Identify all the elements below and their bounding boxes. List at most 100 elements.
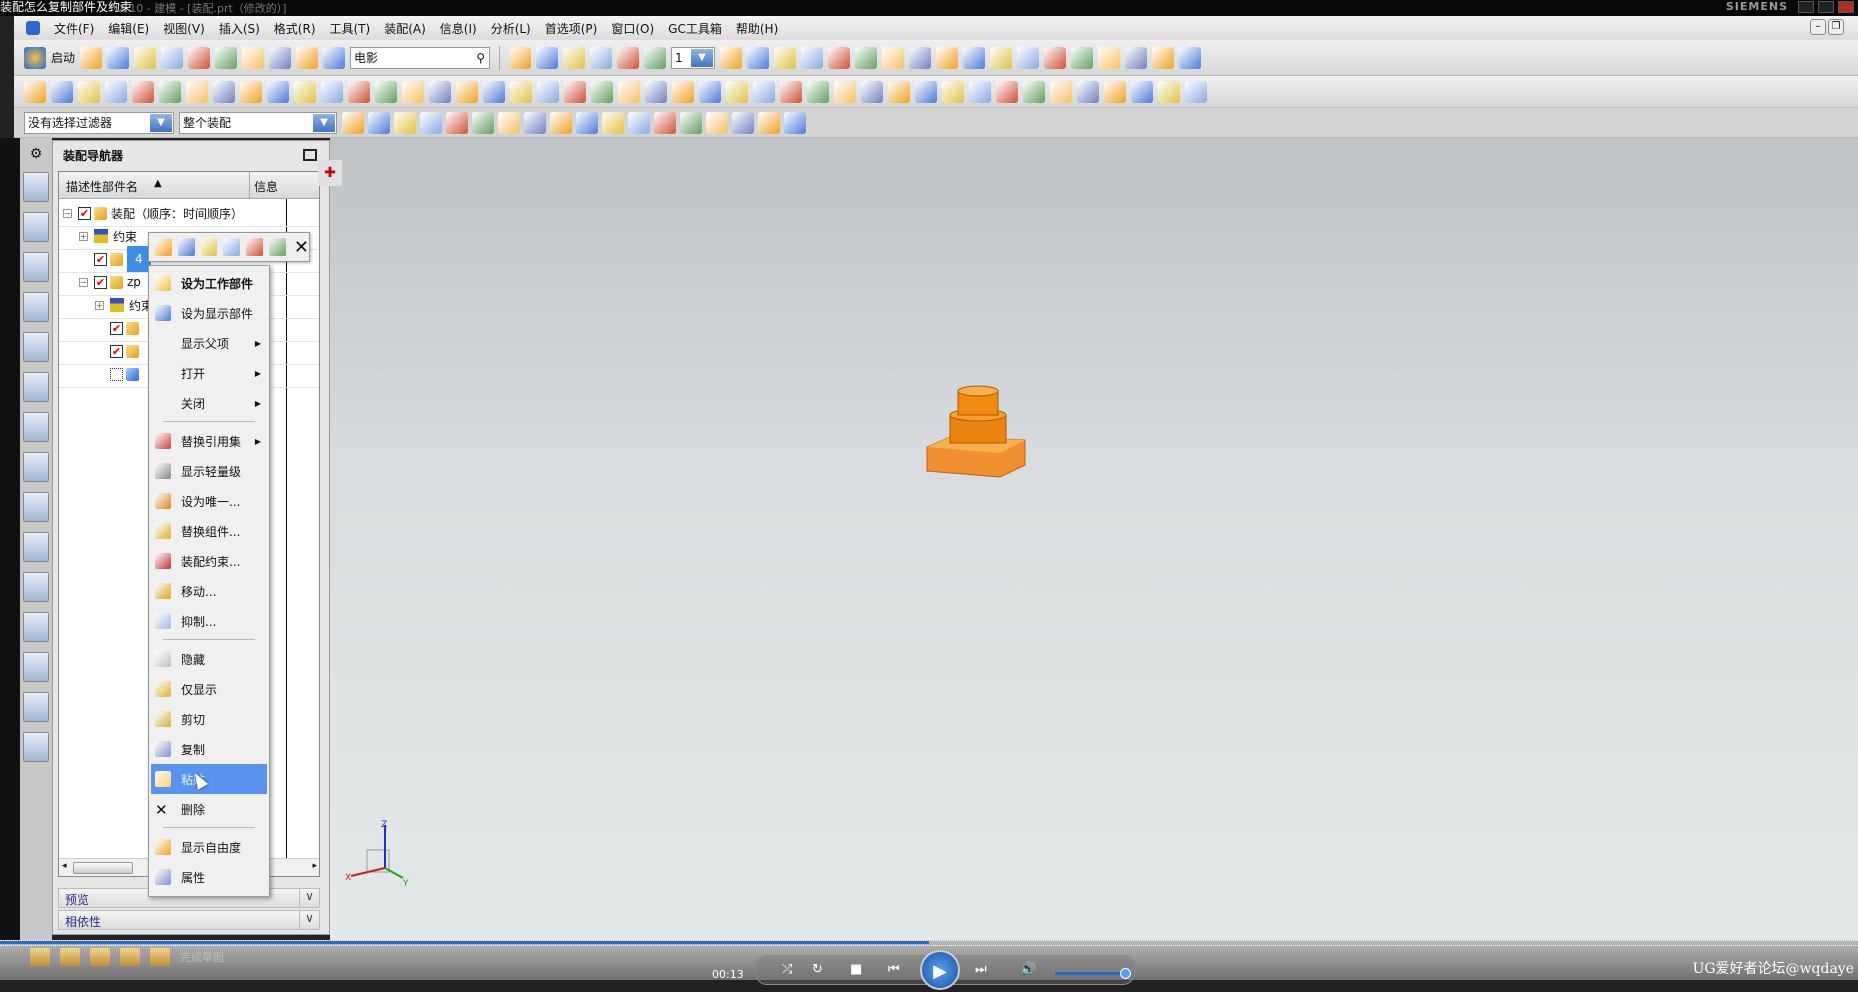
paste-icon[interactable] <box>215 46 238 69</box>
menu-8[interactable]: 分析(L) <box>491 20 531 37</box>
visibility-checkbox[interactable]: ✔ <box>110 344 123 358</box>
clearance-icon[interactable] <box>969 80 991 103</box>
trim-body-icon[interactable] <box>510 80 532 103</box>
volume-icon[interactable]: 🔊 <box>1020 962 1036 977</box>
bom-icon[interactable] <box>942 80 964 103</box>
cone-icon[interactable] <box>213 80 235 103</box>
shell-icon[interactable] <box>564 80 586 103</box>
cut-icon[interactable] <box>161 46 184 69</box>
deselect-icon[interactable] <box>420 111 442 134</box>
visibility-checkbox[interactable]: ✔ <box>110 321 123 335</box>
draft-icon[interactable] <box>537 80 559 103</box>
expand-toggle-icon[interactable]: − <box>79 277 88 287</box>
menu-item-make-work-part[interactable]: 设为工作部件 <box>151 268 267 298</box>
check-icon[interactable] <box>915 80 937 103</box>
triangle-icon[interactable] <box>1017 46 1040 69</box>
copy-icon[interactable] <box>188 46 211 69</box>
select-icon[interactable] <box>394 111 416 134</box>
point-on-face-icon[interactable] <box>732 111 754 134</box>
close-button[interactable] <box>1838 1 1854 13</box>
menu-item-reference-set[interactable]: 替换引用集 ▶ <box>151 426 267 456</box>
revolve-icon[interactable] <box>105 80 127 103</box>
dependencies-panel[interactable]: 相依性 ∨ <box>58 910 320 930</box>
point-set-icon[interactable] <box>726 80 748 103</box>
scroll-left-icon[interactable]: ◂ <box>62 861 67 871</box>
fastener-assembly-icon[interactable] <box>1077 80 1099 103</box>
maximize-button[interactable] <box>1818 1 1834 13</box>
unite-icon[interactable] <box>483 80 505 103</box>
arc-center-icon[interactable] <box>628 111 650 134</box>
finish-sketch-icon[interactable] <box>150 948 170 966</box>
quadrant-icon[interactable] <box>680 111 702 134</box>
menu-item-show-dof[interactable]: 显示自由度 <box>151 832 267 862</box>
assembly-model-3d[interactable] <box>925 385 1030 485</box>
save-icon[interactable] <box>134 46 157 69</box>
point-on-curve-icon[interactable] <box>706 111 728 134</box>
extrude-icon[interactable] <box>78 80 100 103</box>
feature-array-icon[interactable] <box>375 80 397 103</box>
show-dof-icon[interactable] <box>269 238 286 256</box>
move-to-layer-icon[interactable] <box>774 46 797 69</box>
assembly-constraints-icon[interactable] <box>155 238 172 256</box>
pad-icon[interactable] <box>321 80 343 103</box>
parts-list-icon[interactable] <box>1098 46 1121 69</box>
menu-1[interactable]: 编辑(E) <box>108 20 149 37</box>
gdt-icon[interactable] <box>1152 46 1175 69</box>
minimize-button[interactable] <box>1798 1 1814 13</box>
move-component-icon[interactable] <box>1131 80 1153 103</box>
volume-slider[interactable] <box>1055 968 1131 979</box>
maximize-panel-button[interactable] <box>303 149 317 161</box>
close-icon[interactable]: ✕ <box>294 237 309 258</box>
select-face-icon[interactable] <box>498 111 520 134</box>
menu-item-properties[interactable]: 属性 <box>151 862 267 892</box>
pin-icon[interactable]: ✚ <box>318 160 342 186</box>
datum-plane-icon[interactable] <box>51 80 73 103</box>
menu-item-submenu-2[interactable]: 显示父项 ▶ <box>151 328 267 358</box>
analysis-icon[interactable] <box>828 46 851 69</box>
process-studio-icon[interactable] <box>23 452 49 482</box>
video-progress-bar[interactable] <box>0 940 1858 946</box>
exploded-view-icon[interactable] <box>996 80 1018 103</box>
menu-item-cut[interactable]: 剪切 <box>151 704 267 734</box>
ring-icon[interactable] <box>963 46 986 69</box>
thickness-icon[interactable] <box>909 46 932 69</box>
undo-icon[interactable] <box>269 46 292 69</box>
menu-3[interactable]: 插入(S) <box>219 20 260 37</box>
open-icon[interactable] <box>107 46 130 69</box>
sketch-tool-icon[interactable] <box>120 948 140 966</box>
reference-set-icon[interactable] <box>1185 80 1207 103</box>
menu-item-make-displayed-part[interactable]: 设为显示部件 <box>151 298 267 328</box>
fit-icon[interactable] <box>509 46 532 69</box>
face-blend-icon[interactable] <box>672 80 694 103</box>
note-icon[interactable] <box>1125 46 1148 69</box>
menu-7[interactable]: 信息(I) <box>440 20 477 37</box>
delete-icon[interactable] <box>242 46 265 69</box>
menu-item-suppress[interactable]: 抑制... <box>151 606 267 636</box>
expand-toggle-icon[interactable]: + <box>79 231 88 241</box>
sketch-tool-icon[interactable] <box>90 948 110 966</box>
split-body-icon[interactable] <box>132 80 154 103</box>
selection-filter-settings-icon[interactable] <box>342 111 364 134</box>
hole-table-icon[interactable] <box>990 46 1013 69</box>
doc-minimize-button[interactable]: – <box>1810 19 1826 35</box>
next-icon[interactable]: ⏭ <box>975 962 987 977</box>
layer-settings-icon[interactable] <box>747 46 770 69</box>
fit-tolerance-icon[interactable] <box>1179 46 1202 69</box>
menu-9[interactable]: 首选项(P) <box>545 20 598 37</box>
boss-icon[interactable] <box>267 80 289 103</box>
previous-icon[interactable]: ⏮ <box>888 962 900 977</box>
doc-restore-button[interactable]: ❐ <box>1828 19 1844 35</box>
menu-2[interactable]: 视图(V) <box>163 20 205 37</box>
pmi-icon[interactable] <box>1071 46 1094 69</box>
graphics-window[interactable] <box>330 138 1858 940</box>
curve-analysis-icon[interactable] <box>855 46 878 69</box>
control-point-icon[interactable] <box>576 111 598 134</box>
menu-0[interactable]: 文件(F) <box>54 20 94 37</box>
tangent-icon[interactable] <box>654 111 676 134</box>
component-array-icon[interactable] <box>1104 80 1126 103</box>
visibility-checkbox[interactable]: ✔ <box>94 252 107 266</box>
section-icon[interactable] <box>882 46 905 69</box>
layout-icon[interactable] <box>23 732 49 762</box>
menu-item-replace-component[interactable]: 替换组件... <box>151 516 267 546</box>
existing-point-icon[interactable] <box>524 111 546 134</box>
